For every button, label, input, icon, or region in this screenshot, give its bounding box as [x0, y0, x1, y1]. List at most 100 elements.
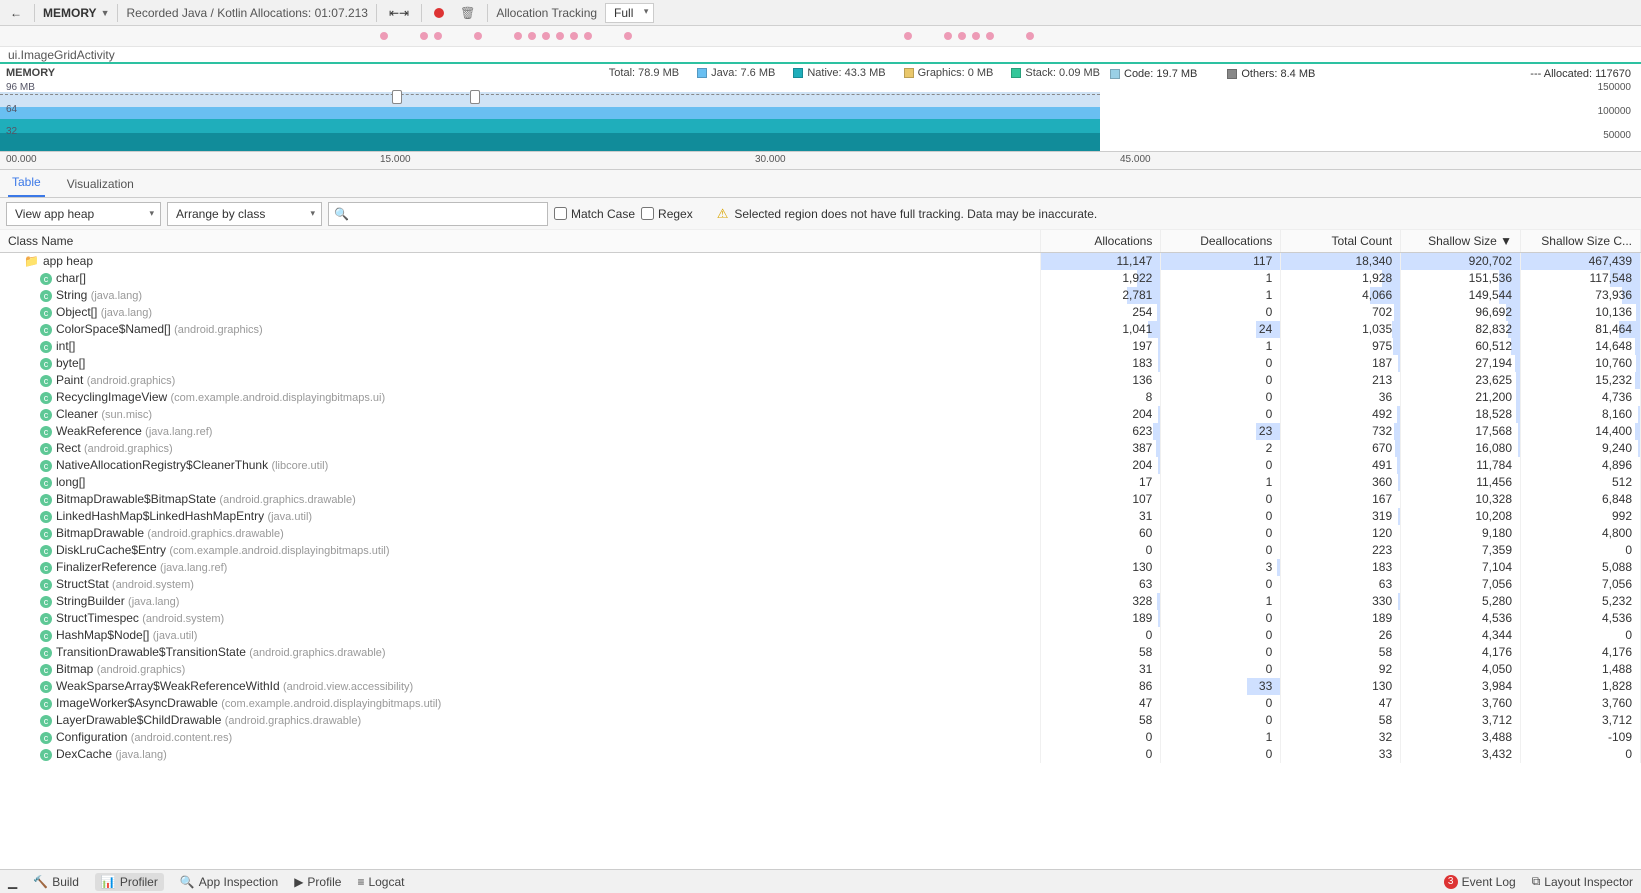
class-icon: c [40, 392, 52, 404]
sb-logcat[interactable]: ≡ Logcat [357, 875, 404, 889]
class-icon: c [40, 273, 52, 285]
top-toolbar: ← MEMORY ▼ Recorded Java / Kotlin Alloca… [0, 0, 1641, 26]
class-icon: c [40, 545, 52, 557]
table-row[interactable]: cchar[] 1,92211,928151,536117,548 [0, 270, 1641, 287]
class-icon: c [40, 732, 52, 744]
statusbar: ▁ 🔨 Build 📊 Profiler 🔍 App Inspection ▶ … [0, 869, 1641, 893]
tab-visualization[interactable]: Visualization [63, 171, 138, 197]
native-label: Native: 43.3 MB [807, 67, 885, 79]
alloc-tracking-label: Allocation Tracking [496, 6, 597, 20]
class-icon: c [40, 375, 52, 387]
table-row[interactable]: cObject[] (java.lang) 254070296,69210,13… [0, 304, 1641, 321]
sb-layout-inspector[interactable]: ⧉ Layout Inspector [1532, 874, 1633, 889]
class-icon: c [40, 409, 52, 421]
class-icon: c [40, 460, 52, 472]
sb-app-inspection[interactable]: 🔍 App Inspection [180, 875, 278, 889]
col-shallowsizec[interactable]: Shallow Size C... [1521, 230, 1641, 253]
recording-label: Recorded Java / Kotlin Allocations: 01:0… [126, 6, 368, 20]
col-deallocations[interactable]: Deallocations [1161, 230, 1281, 253]
total-label: Total: 78.9 MB [609, 67, 679, 79]
table-row[interactable]: cPaint (android.graphics) 136021323,6251… [0, 372, 1641, 389]
caret-icon: ▼ [101, 8, 110, 18]
record-button[interactable] [430, 6, 448, 20]
memory-title: MEMORY [6, 67, 55, 79]
table-row[interactable]: cConfiguration (android.content.res) 013… [0, 729, 1641, 746]
arrange-select[interactable]: Arrange by class [167, 202, 322, 226]
back-button[interactable]: ← [6, 4, 26, 22]
col-shallowsize[interactable]: Shallow Size ▼ [1401, 230, 1521, 253]
heap-select[interactable]: View app heap [6, 202, 161, 226]
folder-icon: 📁 [24, 254, 39, 268]
memory-chart[interactable]: MEMORY Total: 78.9 MB Java: 7.6 MB Nativ… [0, 64, 1641, 152]
class-icon: c [40, 698, 52, 710]
table-row[interactable]: cint[] 197197560,51214,648 [0, 338, 1641, 355]
class-icon: c [40, 630, 52, 642]
table-row[interactable]: cString (java.lang) 2,78114,066149,54473… [0, 287, 1641, 304]
class-icon: c [40, 307, 52, 319]
table-row[interactable]: 📁app heap 11,14711718,340920,702467,439 [0, 253, 1641, 270]
table-row[interactable]: cRecyclingImageView (com.example.android… [0, 389, 1641, 406]
sb-profiler[interactable]: 📊 Profiler [95, 873, 164, 891]
mem-y-32: 32 [6, 126, 17, 137]
graphics-label: Graphics: 0 MB [918, 67, 994, 79]
search-input[interactable]: 🔍 [328, 202, 548, 226]
alloc-tracking-select[interactable]: Full [605, 3, 654, 23]
table-row[interactable]: clong[] 17136011,456512 [0, 474, 1641, 491]
sb-min[interactable]: ▁ [8, 875, 17, 889]
memory-selector[interactable]: MEMORY ▼ [43, 6, 109, 20]
sb-event-log[interactable]: 3Event Log [1444, 874, 1516, 889]
col-totalcount[interactable]: Total Count [1281, 230, 1401, 253]
table-row[interactable]: cRect (android.graphics) 387267016,0809,… [0, 440, 1641, 457]
tab-table[interactable]: Table [8, 169, 45, 197]
record-icon [434, 8, 444, 18]
class-icon: c [40, 511, 52, 523]
table-row[interactable]: cLayerDrawable$ChildDrawable (android.gr… [0, 712, 1641, 729]
fit-icon[interactable]: ⇤⇥ [385, 4, 413, 22]
table-row[interactable]: cNativeAllocationRegistry$CleanerThunk (… [0, 457, 1641, 474]
sb-profile[interactable]: ▶ Profile [294, 875, 341, 889]
class-icon: c [40, 358, 52, 370]
table-row[interactable]: cStructStat (android.system) 630637,0567… [0, 576, 1641, 593]
activity-bar: ui.ImageGridActivity [0, 46, 1641, 64]
table-row[interactable]: cTransitionDrawable$TransitionState (and… [0, 644, 1641, 661]
class-icon: c [40, 715, 52, 727]
col-classname[interactable]: Class Name [0, 230, 1041, 253]
event-markers [0, 26, 1641, 46]
axis-50k: 50000 [1603, 130, 1631, 141]
col-allocations[interactable]: Allocations [1041, 230, 1161, 253]
table-row[interactable]: cCleaner (sun.misc) 204049218,5288,160 [0, 406, 1641, 423]
range-handle-start[interactable] [392, 90, 402, 104]
table-row[interactable]: cImageWorker$AsyncDrawable (com.example.… [0, 695, 1641, 712]
warning-icon: ⚠ [717, 206, 729, 222]
class-icon: c [40, 562, 52, 574]
sb-build[interactable]: 🔨 Build [33, 875, 79, 889]
table-row[interactable]: cWeakReference (java.lang.ref) 623237321… [0, 423, 1641, 440]
trash-icon: 🗑 [460, 6, 475, 20]
class-icon: c [40, 647, 52, 659]
table-row[interactable]: cBitmapDrawable$BitmapState (android.gra… [0, 491, 1641, 508]
view-tabs: Table Visualization [0, 170, 1641, 198]
table-row[interactable]: cBitmap (android.graphics) 310924,0501,4… [0, 661, 1641, 678]
table-row[interactable]: cDexCache (java.lang) 00333,4320 [0, 746, 1641, 763]
range-handle-end[interactable] [470, 90, 480, 104]
table-row[interactable]: cLinkedHashMap$LinkedHashMapEntry (java.… [0, 508, 1641, 525]
class-icon: c [40, 528, 52, 540]
class-icon: c [40, 613, 52, 625]
filter-bar: View app heap Arrange by class 🔍 Match C… [0, 198, 1641, 230]
match-case-checkbox[interactable]: Match Case [554, 207, 635, 221]
delete-button[interactable]: 🗑 [456, 4, 479, 22]
table-row[interactable]: cBitmapDrawable (android.graphics.drawab… [0, 525, 1641, 542]
table-row[interactable]: cbyte[] 183018727,19410,760 [0, 355, 1641, 372]
class-icon: c [40, 579, 52, 591]
allocation-table[interactable]: Class Name Allocations Deallocations Tot… [0, 230, 1641, 869]
table-row[interactable]: cStructTimespec (android.system) 1890189… [0, 610, 1641, 627]
table-row[interactable]: cFinalizerReference (java.lang.ref) 1303… [0, 559, 1641, 576]
class-icon: c [40, 749, 52, 761]
table-row[interactable]: cColorSpace$Named[] (android.graphics) 1… [0, 321, 1641, 338]
regex-checkbox[interactable]: Regex [641, 207, 693, 221]
code-label: Code: 19.7 MB [1124, 68, 1197, 80]
table-row[interactable]: cStringBuilder (java.lang) 32813305,2805… [0, 593, 1641, 610]
table-row[interactable]: cHashMap$Node[] (java.util) 00264,3440 [0, 627, 1641, 644]
table-row[interactable]: cDiskLruCache$Entry (com.example.android… [0, 542, 1641, 559]
table-row[interactable]: cWeakSparseArray$WeakReferenceWithId (an… [0, 678, 1641, 695]
